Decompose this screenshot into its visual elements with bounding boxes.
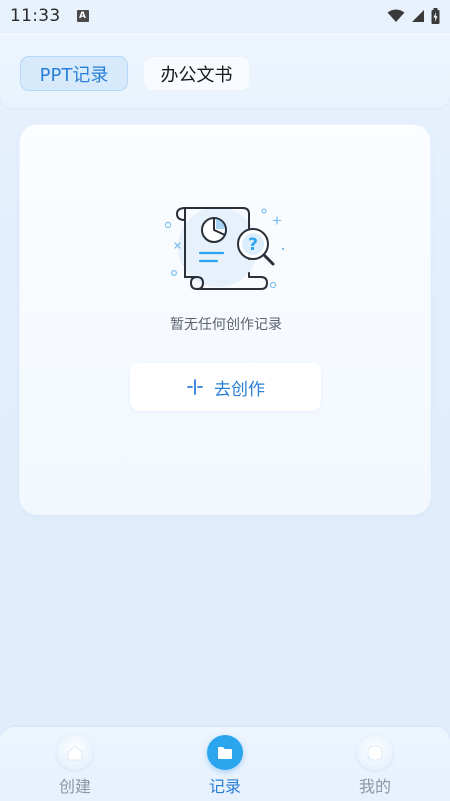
wifi-icon	[387, 9, 405, 22]
nav-item-records[interactable]: 记录	[185, 735, 265, 797]
svg-text:?: ?	[248, 235, 258, 255]
nav-item-records-label: 记录	[208, 777, 241, 796]
app-screen: 11:33 A PPT记录 办公文书 ? 暂无任何创作记录 去创作 创建 记录 …	[0, 0, 450, 801]
record-type-tabs: PPT记录 办公文书	[0, 34, 450, 108]
go-create-button[interactable]: 去创作	[130, 363, 321, 411]
battery-icon	[431, 8, 440, 24]
nav-item-create[interactable]: 创建	[35, 735, 115, 797]
nav-item-mine-label: 我的	[358, 777, 391, 796]
empty-state-message: 暂无任何创作记录	[170, 317, 282, 333]
profile-icon	[357, 735, 393, 770]
go-create-button-label: 去创作	[214, 379, 265, 400]
tab-office-documents[interactable]: 办公文书	[143, 56, 250, 91]
bottom-navigation: 创建 记录 我的	[0, 727, 450, 801]
nav-item-create-label: 创建	[58, 777, 91, 796]
status-bar: 11:33 A	[0, 0, 450, 32]
tab-ppt-records-label: PPT记录	[39, 64, 109, 86]
signal-icon	[412, 10, 424, 22]
nav-item-mine[interactable]: 我的	[335, 735, 415, 797]
empty-records-illustration-icon: ?	[164, 207, 285, 290]
tab-ppt-records[interactable]: PPT记录	[20, 56, 128, 91]
empty-state-card: ? 暂无任何创作记录 去创作	[19, 124, 431, 515]
tab-office-documents-label: 办公文书	[160, 64, 233, 86]
status-indicators	[387, 8, 440, 24]
plus-icon	[187, 379, 203, 395]
home-icon	[57, 735, 93, 770]
notification-icon: A	[76, 10, 89, 22]
status-time: 11:33	[10, 6, 61, 26]
folder-icon	[207, 735, 243, 770]
